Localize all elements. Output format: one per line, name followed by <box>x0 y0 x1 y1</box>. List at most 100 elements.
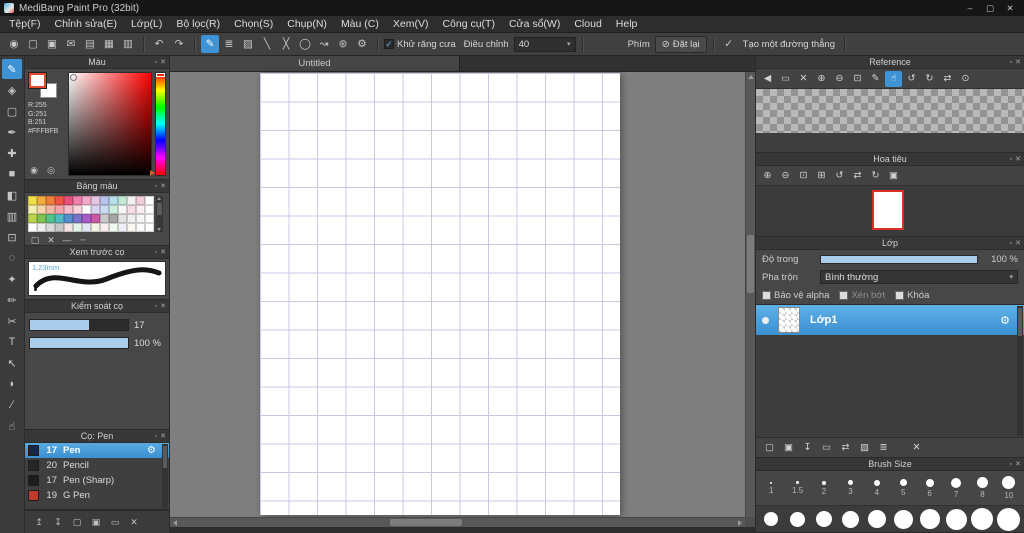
eyedropper-tool[interactable]: ◗ <box>2 374 22 394</box>
palette-swatch-0-12[interactable] <box>136 196 145 205</box>
reference-panel-header[interactable]: Reference ▫ ✕ <box>756 56 1024 69</box>
color-dialog-icon[interactable]: ◉ <box>28 164 40 176</box>
scrollbar-thumb[interactable] <box>163 446 167 468</box>
canvas-horizontal-scrollbar[interactable] <box>170 517 745 527</box>
layer-opacity-slider[interactable] <box>820 254 978 264</box>
palette-swatch-3-11[interactable] <box>127 223 136 232</box>
brush-size-large-4[interactable] <box>837 510 863 528</box>
panel-close-icon[interactable]: ✕ <box>1015 240 1021 247</box>
brush-size-2[interactable]: 2 <box>811 480 837 496</box>
blend-mode-dropdown[interactable]: Bình thường ▾ <box>820 270 1018 284</box>
menu-item-7[interactable]: Màu (C) <box>334 16 386 32</box>
palette-swatch-1-13[interactable] <box>145 205 154 214</box>
brush-control-header[interactable]: Kiểm soát cọ ▫ ✕ <box>25 300 169 313</box>
layers-panel-header[interactable]: Lớp ▫ ✕ <box>756 237 1024 250</box>
palette-swatch-0-9[interactable] <box>109 196 118 205</box>
zoom-out-icon[interactable]: ⊖ <box>831 71 848 87</box>
line-mode-icon[interactable]: ╲ <box>258 35 276 53</box>
menu-item-12[interactable]: Help <box>609 16 645 32</box>
download-brush-icon[interactable]: ↧ <box>52 516 64 528</box>
palette-swatch-3-8[interactable] <box>100 223 109 232</box>
brush-folder-icon[interactable]: ▭ <box>109 516 121 528</box>
select-eraser-tool[interactable]: ✂ <box>2 311 22 331</box>
panel-close-icon[interactable]: ✕ <box>160 433 166 440</box>
scrollbar-thumb[interactable] <box>747 235 754 293</box>
brush-size-large-8[interactable] <box>943 508 969 530</box>
scroll-right-icon[interactable] <box>738 520 742 526</box>
transparent-color-icon[interactable]: ◎ <box>45 164 57 176</box>
add-swatch-icon[interactable]: ▢ <box>29 234 41 246</box>
brush-item-4[interactable]: 19 G Pen <box>25 488 169 503</box>
brush-size-large-10[interactable] <box>996 507 1022 531</box>
divide-tool[interactable]: ∕ <box>2 395 22 415</box>
checkbox-box[interactable] <box>762 290 771 300</box>
palette-swatch-0-11[interactable] <box>127 196 136 205</box>
layer-order-icon[interactable]: ⇄ <box>837 440 854 456</box>
antialias-checkbox-box[interactable]: ✓ <box>384 39 394 49</box>
palette-swatch-0-1[interactable] <box>37 196 46 205</box>
panel-close-icon[interactable]: ✕ <box>160 59 166 66</box>
save-icon[interactable]: ▣ <box>43 35 61 53</box>
palette-swatch-0-2[interactable] <box>46 196 55 205</box>
export-icon[interactable]: ▤ <box>81 35 99 53</box>
scrollbar-thumb[interactable] <box>157 203 162 215</box>
lock-checkbox[interactable]: Khóa <box>895 290 929 301</box>
palette-swatch-1-4[interactable] <box>64 205 73 214</box>
palette-swatch-3-12[interactable] <box>136 223 145 232</box>
palette-swatch-1-10[interactable] <box>118 205 127 214</box>
color-swatches[interactable] <box>29 73 61 100</box>
panel-close-icon[interactable]: ✕ <box>160 249 166 256</box>
comment-icon[interactable]: ✉ <box>62 35 80 53</box>
palette-swatch-1-5[interactable] <box>73 205 82 214</box>
delete-brush-icon[interactable]: ✕ <box>128 516 140 528</box>
straight-line-check-icon[interactable]: ✓ <box>720 35 738 53</box>
brush-settings-icon[interactable]: ⚙ <box>353 35 371 53</box>
palette-swatch-2-2[interactable] <box>46 214 55 223</box>
antialias-checkbox[interactable]: ✓ Khử răng cưa <box>384 39 459 50</box>
panel-float-icon[interactable]: ▫ <box>1010 59 1012 66</box>
brush-list-header[interactable]: Cọ: Pen ▫ ✕ <box>25 430 169 443</box>
palette-swatch-1-6[interactable] <box>82 205 91 214</box>
zoom-out-icon[interactable]: ⊖ <box>777 168 794 184</box>
new-folder-icon[interactable]: ▭ <box>818 440 835 456</box>
palette-swatch-0-3[interactable] <box>55 196 64 205</box>
palette-swatch-1-1[interactable] <box>37 205 46 214</box>
eyedropper-icon[interactable]: ✎ <box>867 71 884 87</box>
panel-float-icon[interactable]: ▫ <box>155 433 157 440</box>
panel-close-icon[interactable]: ✕ <box>1015 461 1021 468</box>
palette-swatch-1-9[interactable] <box>109 205 118 214</box>
maximize-button[interactable]: ▢ <box>980 1 1000 15</box>
brush-item-3[interactable]: 17 Pen (Sharp) <box>25 473 169 488</box>
canvas-vertical-scrollbar[interactable] <box>745 72 755 527</box>
menu-item-6[interactable]: Chụp(N) <box>280 16 334 32</box>
palette-panel-header[interactable]: Bảng màu ▫ ✕ <box>25 180 169 193</box>
brush-size-1.5[interactable]: 1.5 <box>784 481 810 495</box>
correction-dropdown[interactable]: 40 ▾ <box>513 36 576 52</box>
canvas-tab-untitled[interactable]: Untitled <box>170 56 460 71</box>
palette-swatch-1-3[interactable] <box>55 205 64 214</box>
flip-horizontal-icon[interactable]: ⇄ <box>849 168 866 184</box>
menu-item-9[interactable]: Công cụ(T) <box>435 16 502 32</box>
palette-swatch-2-1[interactable] <box>37 214 46 223</box>
layer-visibility-toggle[interactable] <box>762 316 769 324</box>
brush-size-large-2[interactable] <box>784 511 810 527</box>
delete-layer-icon[interactable]: ✕ <box>908 440 925 456</box>
brush-size-6[interactable]: 6 <box>916 478 942 498</box>
panel-float-icon[interactable]: ▫ <box>1010 156 1012 163</box>
ellipse-mode-icon[interactable]: ◯ <box>296 35 314 53</box>
menu-item-2[interactable]: Chỉnh sửa(E) <box>48 16 124 32</box>
brush-size-10[interactable]: 10 <box>996 476 1022 500</box>
brush-size-large-5[interactable] <box>864 510 890 528</box>
hue-slider[interactable] <box>150 72 166 176</box>
panel-float-icon[interactable]: ▫ <box>155 303 157 310</box>
palette-swatch-1-0[interactable] <box>28 205 37 214</box>
close-image-icon[interactable]: ✕ <box>795 71 812 87</box>
palette-swatch-2-8[interactable] <box>100 214 109 223</box>
brush-size-7[interactable]: 7 <box>943 477 969 499</box>
brush-size-large-6[interactable] <box>890 509 916 529</box>
palette-swatch-0-6[interactable] <box>82 196 91 205</box>
grid-view-icon[interactable]: ▦ <box>100 35 118 53</box>
dashed-line-icon[interactable]: ┄ <box>77 234 89 246</box>
reset-button[interactable]: ⊘ Đặt lại <box>654 35 707 53</box>
palette-swatch-3-2[interactable] <box>46 223 55 232</box>
